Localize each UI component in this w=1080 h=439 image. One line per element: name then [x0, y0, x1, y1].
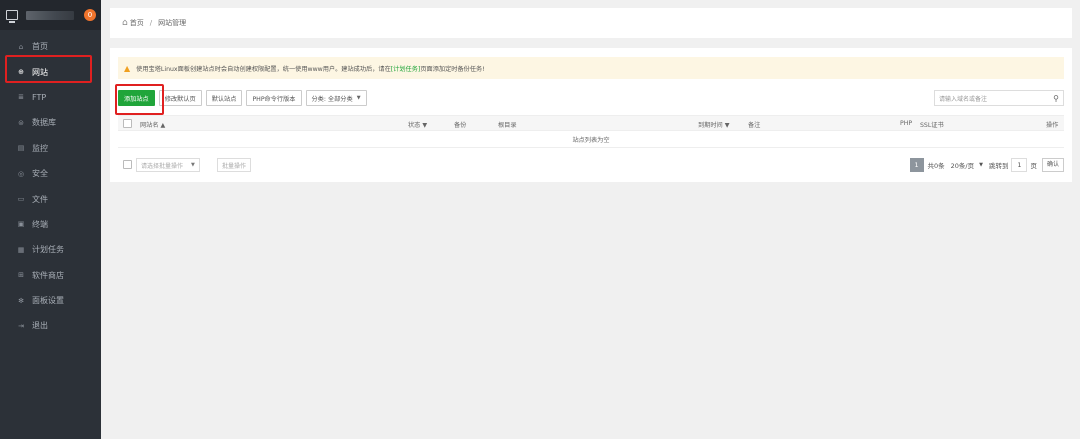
sidebar-item-ftp[interactable]: ≣ FTP	[0, 85, 101, 110]
php-cli-version-button[interactable]: PHP命令行版本	[246, 90, 302, 106]
home-icon: ⌂	[122, 18, 128, 28]
sidebar-item-settings[interactable]: ✻ 面板设置	[0, 288, 101, 313]
goto-page-input[interactable]: 1	[1011, 158, 1028, 172]
caret-down-icon: ▼	[356, 95, 361, 101]
sidebar-item-home[interactable]: ⌂ 首页	[0, 34, 101, 59]
toolbar: 添加站点 修改默认页 默认站点 PHP命令行版本 分类: 全部分类 ▼	[118, 89, 371, 107]
server-icon: ≣	[18, 93, 24, 102]
settings-icon: ✻	[18, 296, 24, 305]
page-unit: 页	[1030, 162, 1037, 170]
search-icon[interactable]: ⚲	[1053, 94, 1059, 103]
terminal-icon: ▣	[17, 220, 25, 229]
table-header: 网站名 ▲ 状态 ▼ 备份 根目录 到期时间 ▼ 备注 PHP SSL证书 操作	[118, 115, 1064, 131]
calendar-icon: ▦	[17, 245, 25, 254]
sidebar-item-store[interactable]: ⊞ 软件商店	[0, 263, 101, 288]
home-icon: ⌂	[18, 42, 24, 51]
globe-icon: ⊕	[18, 68, 24, 77]
logout-icon: ⇥	[18, 321, 24, 330]
col-root-dir: 根目录	[498, 122, 517, 129]
batch-operation-select[interactable]: 请选择批量操作 ▼	[136, 158, 200, 172]
cron-task-link[interactable]: [计划任务]	[391, 64, 421, 73]
sidebar-item-label: 文件	[32, 194, 48, 204]
chevron-down-icon: ▼	[979, 162, 983, 168]
col-ssl: SSL证书	[920, 122, 944, 129]
goto-confirm-button[interactable]: 确认	[1041, 158, 1064, 172]
sidebar-item-label: 面板设置	[32, 296, 64, 306]
sidebar-item-website[interactable]: ⊕ 网站	[0, 59, 101, 85]
sidebar-item-logout[interactable]: ⇥ 退出	[0, 313, 101, 338]
col-site-name[interactable]: 网站名 ▲	[140, 120, 165, 129]
sidebar-item-label: 软件商店	[32, 270, 64, 280]
server-monitor-icon	[6, 10, 18, 23]
category-dropdown[interactable]: 分类: 全部分类 ▼	[305, 90, 367, 106]
sidebar: 0 ⌂ 首页 ⊕ 网站 ≣ FTP ⊜ 数据库 ▤ 监控 ◎ 安全 ▭ 文件 ▣ 终端 ▦ 计划任…	[0, 0, 101, 439]
page-size-label: 20条/页	[950, 162, 975, 170]
batch-select-label: 请选择批量操作	[141, 162, 184, 170]
default-site-button[interactable]: 默认站点	[205, 90, 243, 106]
notice-text-end: 页面添加定时备份任务!	[420, 65, 485, 73]
database-icon: ⊜	[18, 118, 24, 127]
footer-select-checkbox[interactable]	[123, 160, 132, 169]
sidebar-item-label: 首页	[32, 42, 48, 52]
sidebar-item-label: 数据库	[32, 118, 56, 128]
sidebar-item-terminal[interactable]: ▣ 终端	[0, 212, 101, 237]
monitor-icon: ▤	[17, 144, 25, 153]
pagination: 1 共0条 20条/页 ▼ 跳转到 1 页 确认	[909, 157, 1064, 173]
total-count: 共0条	[927, 162, 945, 170]
batch-operation-button[interactable]: 批量操作	[217, 158, 252, 172]
apps-icon: ⊞	[18, 271, 24, 280]
caret-down-icon: ▼	[191, 162, 195, 168]
breadcrumb-home[interactable]: 首页	[130, 18, 144, 28]
sidebar-item-database[interactable]: ⊜ 数据库	[0, 110, 101, 135]
sidebar-item-label: 网站	[32, 67, 48, 77]
sidebar-item-label: 安全	[32, 169, 48, 179]
notice-bar: ▲ 使用宝塔Linux面板创建站点时会自动创建权限配置，统一使用www用户。建站…	[118, 57, 1064, 79]
breadcrumb-separator: /	[149, 19, 153, 27]
col-backup: 备份	[454, 122, 467, 129]
sidebar-menu: ⌂ 首页 ⊕ 网站 ≣ FTP ⊜ 数据库 ▤ 监控 ◎ 安全 ▭ 文件 ▣ 终端 ▦ 计划任务 …	[0, 34, 101, 339]
category-label: 分类: 全部分类	[311, 95, 353, 103]
search-input[interactable]: 请输入域名或备注 ⚲	[934, 90, 1064, 106]
sidebar-item-security[interactable]: ◎ 安全	[0, 161, 101, 186]
breadcrumb: ⌂ 首页 / 网站管理	[110, 8, 1072, 38]
select-all-checkbox[interactable]	[123, 119, 132, 128]
sidebar-item-label: 计划任务	[32, 245, 64, 255]
page-size-select[interactable]: 20条/页 ▼	[951, 160, 983, 170]
server-name-redacted	[26, 10, 74, 20]
warning-icon: ▲	[124, 63, 131, 73]
notice-text: 使用宝塔Linux面板创建站点时会自动创建权限配置，统一使用www用户。建站成功…	[136, 65, 391, 73]
edit-default-page-button[interactable]: 修改默认页	[158, 90, 202, 106]
sidebar-item-label: FTP	[32, 92, 47, 102]
shield-icon: ◎	[17, 169, 25, 178]
sidebar-item-monitor[interactable]: ▤ 监控	[0, 136, 101, 161]
sidebar-item-label: 监控	[32, 143, 48, 153]
current-page[interactable]: 1	[909, 158, 924, 172]
sidebar-item-label: 退出	[32, 321, 48, 331]
col-remark: 备注	[748, 122, 761, 129]
goto-label: 跳转到	[988, 162, 1009, 170]
search-placeholder: 请输入域名或备注	[939, 95, 988, 103]
breadcrumb-current: 网站管理	[158, 19, 187, 27]
sidebar-item-cron[interactable]: ▦ 计划任务	[0, 237, 101, 262]
col-php: PHP	[900, 120, 913, 127]
site-management-panel: ▲ 使用宝塔Linux面板创建站点时会自动创建权限配置，统一使用www用户。建站…	[110, 48, 1072, 182]
sidebar-header: 0	[0, 0, 101, 30]
col-expire[interactable]: 到期时间 ▼	[698, 120, 729, 129]
add-site-button[interactable]: 添加站点	[118, 90, 155, 106]
folder-icon: ▭	[17, 195, 25, 204]
table-footer: 请选择批量操作 ▼ 批量操作 1 共0条 20条/页 ▼ 跳转到 1 页 确认	[118, 157, 1064, 173]
sidebar-item-files[interactable]: ▭ 文件	[0, 186, 101, 211]
col-action: 操作	[1046, 122, 1059, 129]
col-status[interactable]: 状态 ▼	[408, 120, 427, 129]
notification-badge[interactable]: 0	[84, 9, 96, 21]
sidebar-item-label: 终端	[32, 219, 48, 229]
empty-table-message: 站点列表为空	[118, 133, 1064, 148]
